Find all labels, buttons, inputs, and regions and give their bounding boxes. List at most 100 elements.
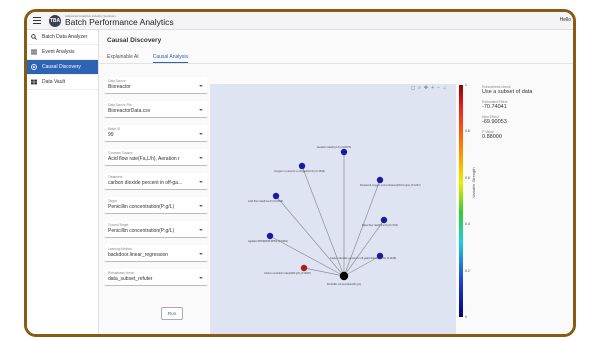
zoom-in-icon[interactable]: + (431, 85, 434, 91)
colorbar-tick: 0.2 (465, 268, 470, 273)
graph-node[interactable] (272, 192, 280, 200)
chevron-down-icon (199, 85, 203, 87)
graph-node-label: Base flow rate(Fb:L/h) (0.1794) (362, 223, 398, 227)
list-icon (31, 49, 37, 55)
plot-toolbar: ◻ ⌕ ✥ + − ⌂ (411, 85, 446, 91)
sidebar-item-causal-discovery[interactable]: Causal Discovery (27, 60, 98, 75)
field-value: Bioreactor (108, 84, 131, 90)
chevron-down-icon (199, 109, 203, 111)
parameter-form: Data Source Bioreactor Data Source File … (105, 77, 207, 293)
sidebar-item-label: Batch Data Analyzer (42, 34, 88, 40)
tab-causal-analysis[interactable]: Causal Analysis (152, 54, 188, 63)
graph-node[interactable] (266, 232, 274, 240)
field-label: Batch ID (108, 127, 121, 131)
field-value: Penicillin concentration(P:g/L) (108, 204, 175, 210)
page-title: Causal Discovery (107, 37, 162, 44)
graph-node-label: Carbon evolution rate(CER:g/h) (0.0045) (264, 271, 311, 275)
chevron-down-icon (199, 133, 203, 135)
graph-node[interactable] (300, 264, 308, 272)
field-label: Learning Method (108, 247, 132, 251)
chevron-down-icon (199, 205, 203, 207)
colorbar-tick: 0.6 (465, 175, 470, 180)
field-label: Common Causes (108, 151, 133, 155)
camera-icon[interactable]: ◻ (411, 85, 415, 91)
graph-node[interactable] (340, 148, 348, 156)
brand: Advanced Analytics Industry Solutions Ba… (65, 14, 174, 27)
chevron-down-icon (199, 229, 203, 231)
reset-icon[interactable]: ⌂ (443, 85, 446, 91)
user-greeting[interactable]: Hello (560, 17, 571, 23)
result-value: 0.88000 (482, 134, 502, 140)
data-source-select[interactable]: Data Source Bioreactor (105, 77, 207, 94)
colorbar-label: Variable Strength (471, 167, 476, 198)
current-target-select[interactable]: Current Target Penicillin concentration(… (105, 221, 207, 238)
chevron-down-icon (199, 157, 203, 159)
field-value: carbon dioxide percent in off-ga... (108, 180, 183, 186)
menu-icon[interactable] (33, 16, 47, 25)
tab-divider (99, 63, 573, 64)
field-label: Data Source File (108, 103, 132, 107)
main-content: Causal Discovery Explainable AI Causal A… (99, 30, 573, 334)
zoom-out-icon[interactable]: − (437, 85, 440, 91)
app-frame: TBA Advanced Analytics Industry Solution… (24, 9, 576, 337)
learning-method-select[interactable]: Learning Method backdoor.linear_regressi… (105, 245, 207, 262)
field-label: Current Target (108, 223, 129, 227)
field-value: 99 (108, 132, 114, 138)
target-select[interactable]: Target Penicillin concentration(P:g/L) (105, 197, 207, 214)
data-source-file-select[interactable]: Data Source File BioreactorData.csv (105, 101, 207, 118)
colorbar-tick: 0.8 (465, 129, 470, 134)
sidebar-item-event-analysis[interactable]: Event Analysis (27, 45, 98, 60)
chevron-down-icon (199, 181, 203, 183)
graph-node[interactable] (380, 216, 388, 224)
results-panel: Robustness check Use a subset of data Es… (482, 85, 572, 145)
graph-node-label: Acid flow rate(Fa:L/h) (0.0054) (248, 199, 283, 203)
field-value: BioreactorData.csv (108, 108, 151, 114)
result-value: -69.90053 (482, 119, 507, 125)
graph-node[interactable] (376, 176, 384, 184)
graph-node[interactable] (339, 271, 349, 281)
result-value: -70.74041 (482, 104, 507, 110)
treatment-select[interactable]: Treatment carbon dioxide percent in off-… (105, 173, 207, 190)
sidebar-item-label: Causal Discovery (42, 64, 81, 70)
app-title: Batch Performance Analytics (65, 16, 174, 27)
graph-node-label: Penicillin concentration(P:g/L) (327, 282, 361, 286)
search-icon (31, 34, 37, 40)
colorbar (459, 85, 463, 317)
graph-node[interactable] (298, 162, 306, 170)
sidebar-item-batch-data-analyzer[interactable]: Batch Data Analyzer (27, 30, 98, 45)
tab-bar: Explainable AI Causal Analysis (107, 54, 188, 63)
graph-node-label: Aeration rate(Fg:L/h) (0.8979) (317, 145, 351, 149)
sidebar-item-label: Data Vault (42, 79, 65, 85)
graph-node-label: Dissolved oxygen concentration(DO2:mg/L)… (360, 183, 421, 187)
sidebar-item-label: Event Analysis (42, 49, 75, 55)
graph-node-label: Agitator RPM(RPM:RPM) (0.0253) (248, 239, 288, 243)
top-bar: TBA Advanced Analytics Industry Solution… (27, 12, 573, 30)
causal-graph: Aeration rate(Fg:L/h) (0.8979) Oxygen in … (248, 145, 421, 286)
sidebar-item-data-vault[interactable]: Data Vault (27, 75, 98, 90)
field-label: Data Source (108, 79, 126, 83)
field-label: Robustness check (108, 271, 135, 275)
field-value: Acid flow rate(Fa,L/h), Aeration r (108, 156, 180, 162)
sidebar: Batch Data Analyzer Event Analysis Causa… (27, 30, 99, 334)
tab-explainable-ai[interactable]: Explainable AI (107, 54, 139, 63)
graph-node-label: Oxygen in percent in off-gas(O2:%) (0.15… (274, 169, 325, 173)
pan-icon[interactable]: ✥ (424, 85, 428, 91)
graph-edge (343, 219, 385, 277)
run-button[interactable]: Run (161, 307, 183, 320)
robustness-check-select[interactable]: Robustness check data_subset_refuter (105, 269, 207, 286)
common-causes-select[interactable]: Common Causes Acid flow rate(Fa,L/h), Ae… (105, 149, 207, 166)
colorbar-tick: 0.4 (465, 222, 470, 227)
graph-edge (343, 179, 381, 277)
batch-id-select[interactable]: Batch ID 99 (105, 125, 207, 142)
field-value: Penicillin concentration(P:g/L) (108, 228, 175, 234)
field-label: Target (108, 199, 117, 203)
target-icon (31, 64, 37, 70)
field-label: Treatment (108, 175, 123, 179)
colorbar-tick: 1 (465, 83, 467, 87)
chevron-down-icon (199, 253, 203, 255)
zoom-icon[interactable]: ⌕ (418, 85, 421, 91)
causal-graph-plot[interactable]: ◻ ⌕ ✥ + − ⌂ Aeration rate(Fg:L/h) (0.897… (210, 84, 456, 334)
result-value: Use a subset of data (482, 89, 533, 95)
field-value: data_subset_refuter (108, 276, 153, 282)
field-value: backdoor.linear_regression (108, 252, 169, 258)
